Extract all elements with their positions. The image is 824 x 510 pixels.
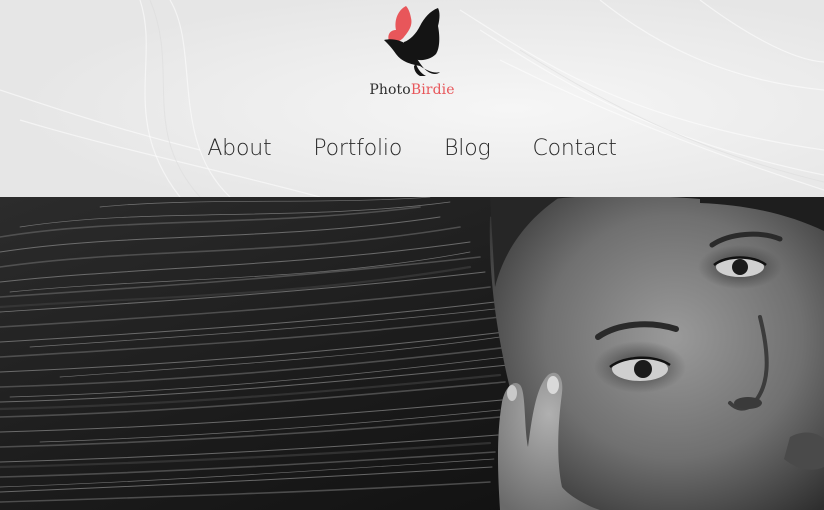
nav-link-about[interactable]: About	[207, 136, 271, 161]
hero-section	[0, 197, 824, 510]
site-header: PhotoBirdie About Portfolio Blog Contact	[0, 0, 824, 197]
logo-wordmark-birdie: Birdie	[410, 82, 455, 98]
bird-butterfly-logo-icon	[384, 6, 440, 76]
nav-link-blog[interactable]: Blog	[444, 136, 491, 161]
main-navigation: About Portfolio Blog Contact	[0, 128, 824, 168]
hero-portrait-image	[0, 197, 824, 510]
logo-wordmark-photo: Photo	[369, 82, 411, 98]
nav-link-contact[interactable]: Contact	[532, 136, 616, 161]
logo-wordmark: PhotoBirdie	[362, 82, 462, 98]
site-logo[interactable]: PhotoBirdie	[362, 0, 462, 104]
nav-link-portfolio[interactable]: Portfolio	[313, 136, 402, 161]
